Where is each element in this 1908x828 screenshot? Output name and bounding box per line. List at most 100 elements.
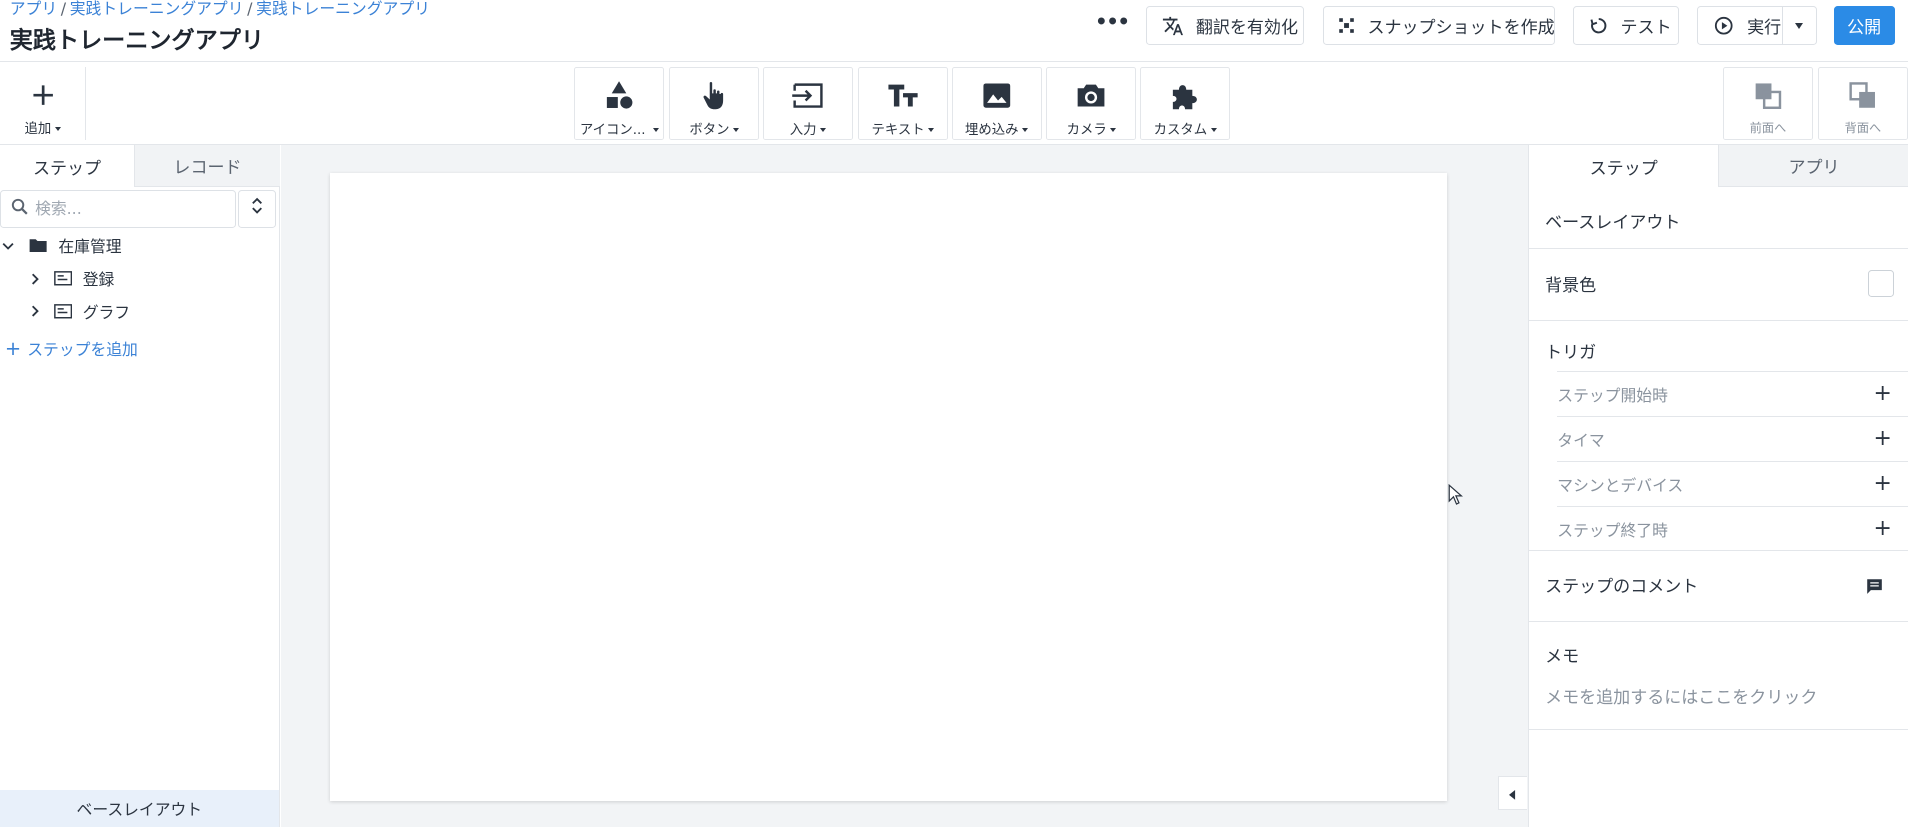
input-widget-label: 入力: [764, 118, 852, 138]
tree-step-graph[interactable]: グラフ: [0, 297, 279, 326]
chevron-down-icon: [1022, 127, 1029, 133]
step-search: [0, 189, 237, 228]
send-to-back-button[interactable]: 背面へ: [1817, 66, 1908, 140]
add-memo-link[interactable]: メモを追加するにはここをクリック: [1545, 683, 1817, 708]
background-color-label: 背景色: [1545, 276, 1597, 297]
camera-icon: [1047, 80, 1135, 112]
text-widget-label: テキスト: [859, 118, 947, 138]
custom-widget-label: カスタム: [1141, 118, 1229, 138]
camera-widget-label: カメラ: [1047, 118, 1135, 138]
add-label-text: 追加: [24, 121, 52, 137]
restart-icon: [1589, 15, 1608, 37]
breadcrumb-apps[interactable]: アプリ: [10, 0, 57, 18]
bring-to-front-icon: [1724, 80, 1812, 112]
collapse-panel-button[interactable]: [1497, 776, 1528, 811]
trigger-machines-devices[interactable]: マシンとデバイス +: [1557, 461, 1908, 506]
tab-step[interactable]: ステップ: [1529, 144, 1720, 188]
background-color-section: 背景色: [1529, 249, 1908, 322]
steps-panel: ステップ レコード 在庫管理: [0, 144, 280, 828]
run-dropdown-button[interactable]: [1781, 7, 1816, 44]
shapes-icon: [575, 80, 663, 112]
chevron-down-icon: [652, 127, 659, 133]
plus-icon[interactable]: +: [1874, 383, 1892, 405]
chevron-down-icon: [820, 127, 827, 133]
add-label: 追加: [0, 117, 85, 137]
background-color-swatch[interactable]: [1867, 270, 1895, 297]
trigger-step-start[interactable]: ステップ開始時 +: [1557, 371, 1908, 416]
test-button[interactable]: テスト: [1573, 6, 1680, 46]
pointer-hand-icon: [670, 80, 758, 112]
trigger-timer[interactable]: タイマ +: [1557, 416, 1908, 461]
plus-icon[interactable]: +: [1874, 428, 1892, 450]
create-snapshot-button[interactable]: スナップショットを作成: [1322, 6, 1556, 46]
shapes-widget-button[interactable]: アイコン...: [574, 66, 665, 140]
chevron-down-icon[interactable]: [2, 240, 19, 252]
puzzle-icon: [1141, 80, 1229, 112]
sort-button[interactable]: [238, 189, 277, 228]
chevron-right-icon[interactable]: [29, 305, 41, 317]
tree-folder-inventory[interactable]: 在庫管理: [0, 231, 279, 260]
plus-icon[interactable]: +: [1874, 518, 1892, 540]
input-widget-label-text: 入力: [789, 122, 817, 138]
add-step-link[interactable]: + ステップを追加: [5, 337, 138, 360]
bring-to-front-label: 前面へ: [1749, 120, 1787, 135]
translate-icon: [1162, 15, 1184, 37]
button-widget-button[interactable]: ボタン: [669, 66, 760, 140]
breadcrumb-separator: /: [247, 0, 253, 18]
breadcrumb-app-current[interactable]: 実践トレーニングアプリ: [256, 0, 430, 18]
step-canvas[interactable]: [329, 172, 1447, 801]
sort-icon: [251, 196, 263, 220]
send-to-back-label: 背面へ: [1844, 120, 1882, 135]
create-snapshot-label: スナップショットを作成: [1367, 18, 1555, 39]
shapes-widget-label-text: アイコン...: [579, 122, 646, 138]
shapes-widget-label: アイコン...: [575, 118, 663, 138]
text-icon: [859, 80, 947, 112]
chevron-down-icon: [928, 127, 935, 133]
base-layout-item[interactable]: ベースレイアウト: [0, 789, 279, 828]
plus-icon[interactable]: +: [1874, 473, 1892, 495]
search-input[interactable]: [35, 199, 218, 219]
custom-widget-button[interactable]: カスタム: [1140, 66, 1231, 140]
add-button[interactable]: 追加: [0, 66, 87, 140]
trigger-label: ステップ開始時: [1557, 385, 1668, 405]
tab-steps[interactable]: ステップ: [0, 144, 136, 188]
tree-step-label: 登録: [82, 270, 115, 290]
chevron-down-icon: [1795, 22, 1804, 29]
custom-widget-label-text: カスタム: [1153, 122, 1208, 138]
publish-button[interactable]: 公開: [1833, 6, 1895, 46]
run-button[interactable]: 実行: [1697, 6, 1817, 46]
tree-step-label: グラフ: [82, 302, 131, 322]
search-icon: [11, 197, 28, 220]
breadcrumb: アプリ / 実践トレーニングアプリ / 実践トレーニングアプリ: [10, 0, 430, 18]
tab-records[interactable]: レコード: [135, 144, 280, 188]
page-title: 実践トレーニングアプリ: [9, 27, 264, 54]
triggers-label: トリガ: [1545, 343, 1597, 364]
play-circle-icon: [1713, 15, 1735, 37]
embed-widget-label-text: 埋め込み: [964, 122, 1019, 138]
input-widget-button[interactable]: 入力: [762, 66, 853, 140]
trigger-step-end[interactable]: ステップ終了時 +: [1557, 506, 1908, 551]
trigger-label: タイマ: [1557, 430, 1605, 450]
embed-widget-button[interactable]: 埋め込み: [951, 66, 1042, 140]
chevron-down-icon: [733, 127, 740, 133]
tree-step-register[interactable]: 登録: [0, 264, 279, 293]
text-widget-button[interactable]: テキスト: [857, 66, 948, 140]
camera-widget-button[interactable]: カメラ: [1046, 66, 1137, 140]
tab-app[interactable]: アプリ: [1719, 144, 1908, 188]
breadcrumb-app[interactable]: 実践トレーニングアプリ: [70, 0, 244, 18]
chevron-right-icon[interactable]: [29, 273, 41, 285]
properties-panel: ステップ アプリ ベースレイアウト 背景色 トリガ ステップ開始時 + タイマ …: [1528, 144, 1908, 828]
base-layout-section[interactable]: ベースレイアウト: [1529, 187, 1908, 250]
header: アプリ / 実践トレーニングアプリ / 実践トレーニングアプリ 実践トレーニングアプリ …: [0, 0, 1908, 63]
enable-translation-button[interactable]: 翻訳を有効化: [1146, 6, 1305, 46]
step-comments-section[interactable]: ステップのコメント: [1529, 551, 1908, 622]
trigger-label: マシンとデバイス: [1557, 475, 1684, 495]
test-label: テスト: [1620, 18, 1672, 39]
bring-to-front-button[interactable]: 前面へ: [1722, 66, 1814, 140]
input-icon: [764, 80, 852, 112]
step-comments-label: ステップのコメント: [1545, 576, 1699, 597]
button-widget-label: ボタン: [670, 118, 758, 138]
comment-icon[interactable]: [1866, 577, 1883, 600]
add-step-label: ステップを追加: [27, 340, 138, 360]
more-options-icon[interactable]: •••: [1095, 12, 1130, 39]
